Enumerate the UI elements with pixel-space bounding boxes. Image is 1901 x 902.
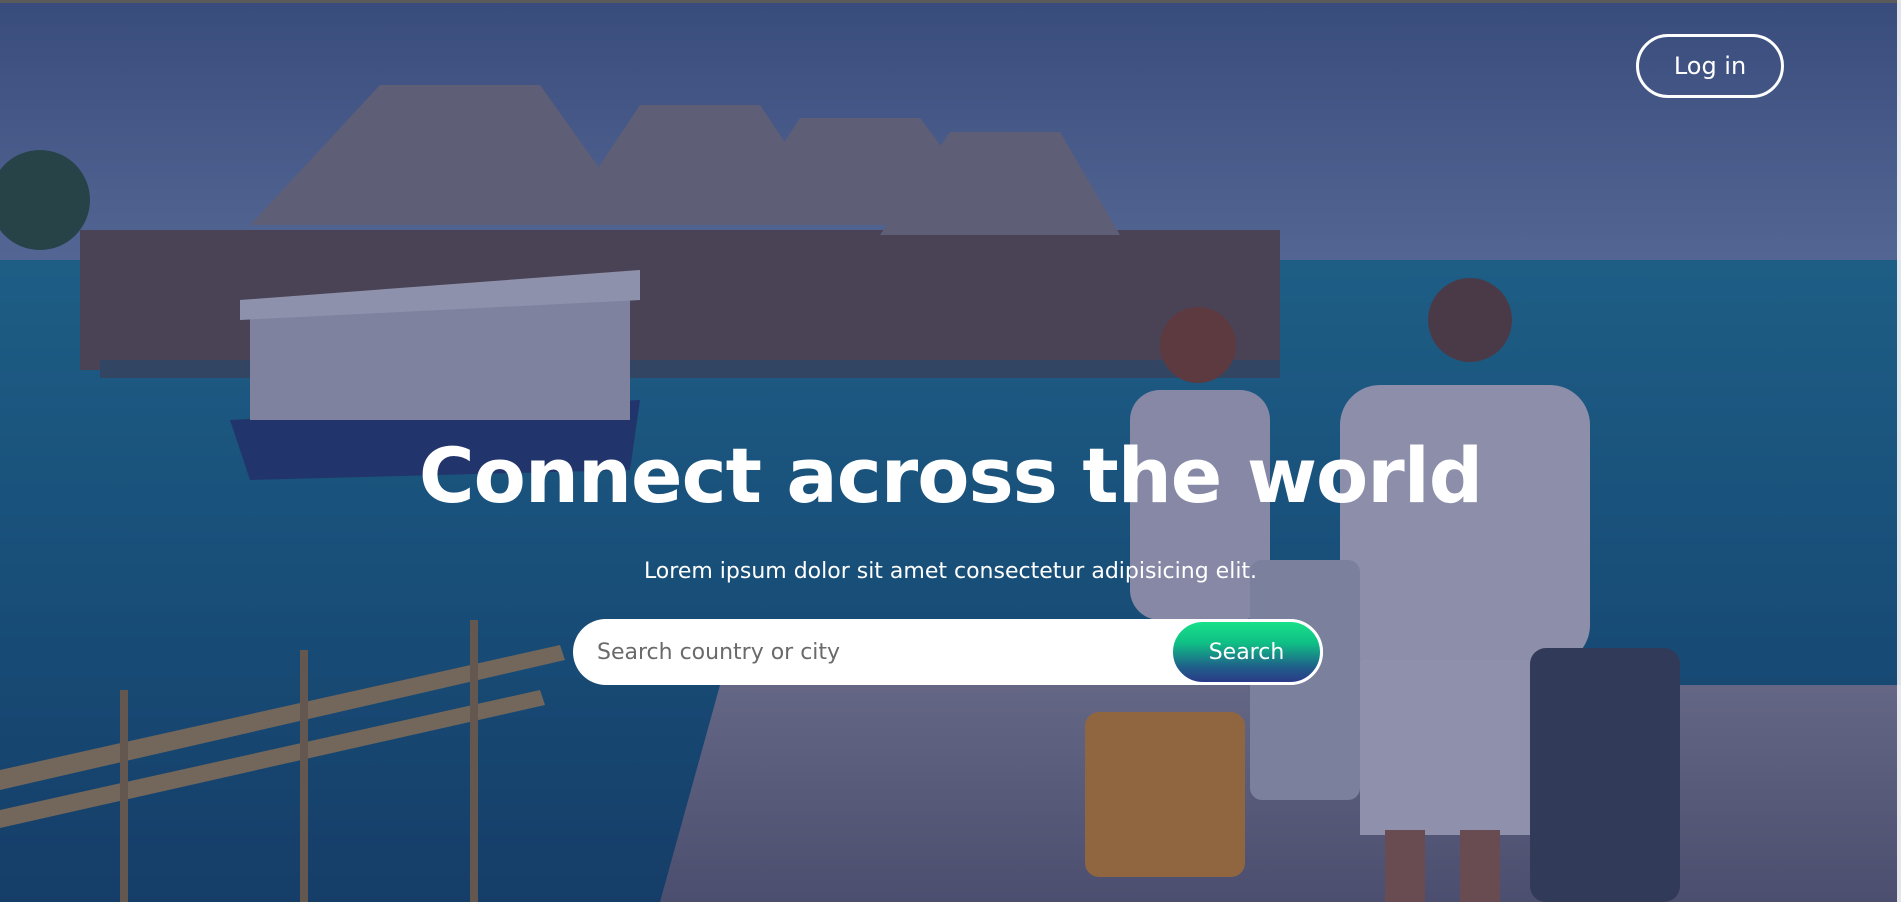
search-bar: Search bbox=[573, 619, 1323, 685]
hero-title: Connect across the world bbox=[418, 431, 1483, 520]
hero-subtitle: Lorem ipsum dolor sit amet consectetur a… bbox=[643, 559, 1258, 584]
search-button[interactable]: Search bbox=[1170, 619, 1323, 685]
login-button[interactable]: Log in bbox=[1636, 34, 1784, 98]
window-top-border bbox=[0, 0, 1901, 3]
hero-section: Log in Connect across the world Lorem ip… bbox=[0, 0, 1901, 902]
